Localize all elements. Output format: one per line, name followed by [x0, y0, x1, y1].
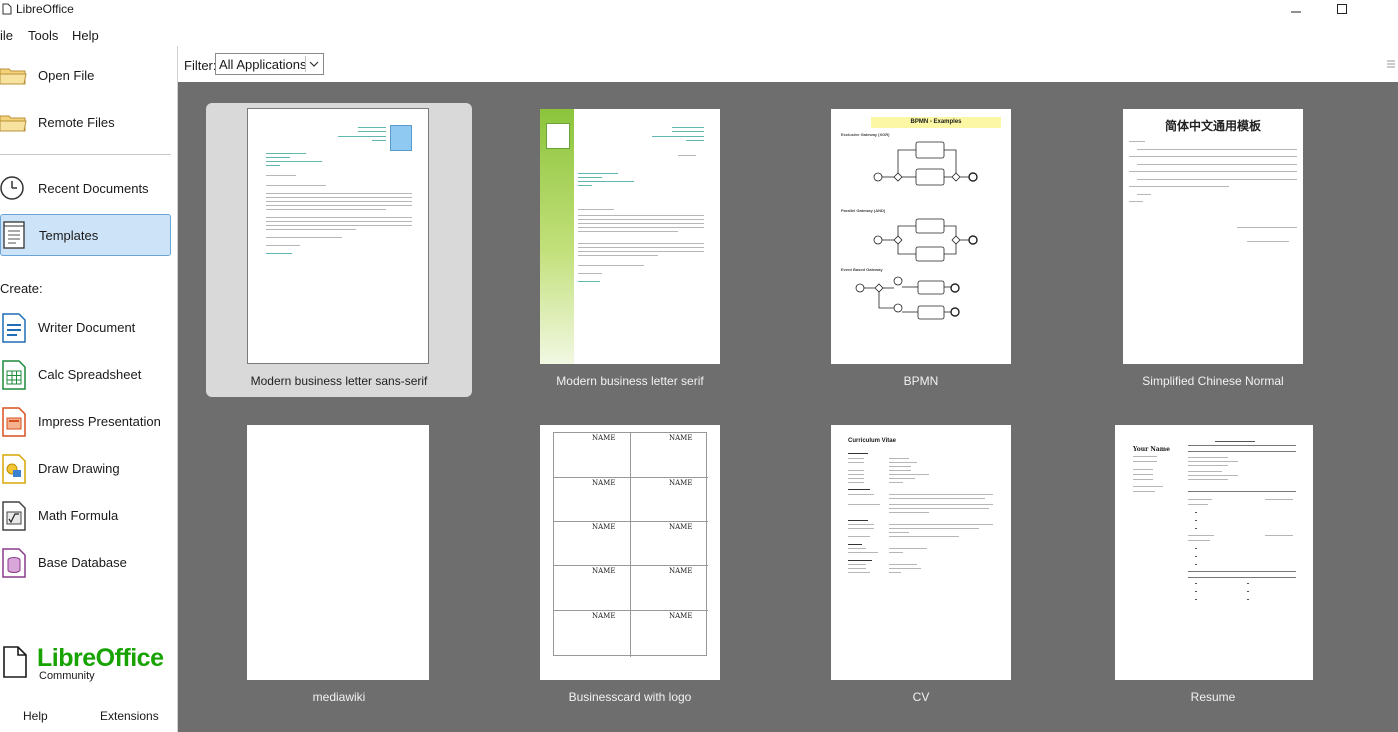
card-name: NAME [592, 612, 616, 620]
base-icon [0, 547, 28, 579]
template-name: Modern business letter sans-serif [250, 374, 428, 388]
template-thumbnail: NAME NAME NAME NAME NAME NAME NAME NAME … [540, 425, 720, 680]
minimize-button[interactable] [1273, 0, 1319, 18]
card-name: NAME [669, 612, 693, 620]
recent-documents-button[interactable]: Recent Documents [0, 167, 171, 209]
template-name: BPMN [903, 374, 939, 388]
bpmn-diagram [855, 141, 978, 320]
template-tile[interactable]: Modern business letter sans-serif [206, 103, 472, 397]
logo-placeholder [390, 125, 412, 151]
logo-document-icon [3, 646, 27, 678]
create-draw-button[interactable]: Draw Drawing [0, 449, 171, 489]
sidebar-divider [0, 154, 171, 155]
templates-label: Templates [39, 227, 99, 243]
folder-icon [0, 60, 28, 90]
minimize-icon [1291, 11, 1301, 13]
template-tile[interactable]: BPMN - Examples Exclusive Gateway (XOR) … [788, 103, 1054, 397]
create-base-button[interactable]: Base Database [0, 543, 171, 583]
logo-placeholder [546, 123, 570, 149]
filter-bar: Filter: All Applications [178, 46, 1398, 82]
create-impress-label: Impress Presentation [38, 414, 161, 429]
menu-file[interactable]: ile [0, 28, 13, 43]
card-name: NAME [669, 479, 693, 487]
math-icon [0, 500, 28, 532]
open-file-label: Open File [38, 67, 95, 83]
card-name: NAME [669, 523, 693, 531]
libreoffice-logo: LibreOffice Community [0, 644, 178, 686]
template-tile[interactable]: Curriculum Vitae CV [788, 419, 1054, 713]
create-draw-label: Draw Drawing [38, 461, 120, 476]
menu-help[interactable]: Help [72, 28, 99, 43]
resume-name: Your Name [1133, 446, 1170, 453]
template-thumbnail: Your Name [1115, 425, 1313, 680]
start-center-sidebar: Open File Remote Files Recent Documents … [0, 46, 178, 732]
template-thumbnail [247, 425, 429, 680]
template-name: Businesscard with logo [568, 690, 692, 704]
filter-dropdown[interactable]: All Applications [215, 53, 324, 75]
card-name: NAME [592, 567, 616, 575]
remote-folder-icon [0, 107, 28, 137]
create-writer-button[interactable]: Writer Document [0, 308, 171, 348]
writer-icon [0, 312, 28, 344]
create-impress-button[interactable]: Impress Presentation [0, 402, 171, 442]
open-file-button[interactable]: Open File [0, 54, 171, 96]
logo-community: Community [39, 670, 95, 682]
chevron-down-icon [305, 56, 321, 72]
template-name: Modern business letter serif [556, 374, 704, 388]
template-gallery: Modern business letter sans-serif Modern… [178, 82, 1398, 732]
template-name: Resume [1190, 690, 1236, 704]
template-tile[interactable]: Modern business letter serif [497, 103, 763, 397]
template-thumbnail: Curriculum Vitae [831, 425, 1011, 680]
create-heading: Create: [0, 281, 43, 296]
template-tile[interactable]: NAME NAME NAME NAME NAME NAME NAME NAME … [497, 419, 763, 713]
template-thumbnail [540, 109, 720, 364]
template-tile[interactable]: Your Name Resume [1080, 419, 1346, 713]
create-base-label: Base Database [38, 555, 127, 570]
template-thumbnail [247, 108, 429, 364]
create-writer-label: Writer Document [38, 320, 136, 335]
title-bar: LibreOffice [0, 0, 1398, 18]
template-name: mediawiki [312, 690, 366, 704]
remote-files-label: Remote Files [38, 114, 115, 130]
calc-icon [0, 359, 28, 391]
create-calc-button[interactable]: Calc Spreadsheet [0, 355, 171, 395]
business-card-grid: NAME NAME NAME NAME NAME NAME NAME NAME … [553, 432, 708, 657]
template-name: CV [912, 690, 930, 704]
create-math-label: Math Formula [38, 508, 119, 523]
clock-icon [0, 173, 28, 203]
template-thumbnail: 简体中文通用模板 [1123, 109, 1303, 364]
card-name: NAME [669, 567, 693, 575]
menu-tools[interactable]: Tools [28, 28, 58, 43]
card-name: NAME [592, 479, 616, 487]
chinese-title: 简体中文通用模板 [1164, 119, 1261, 133]
template-thumbnail: BPMN - Examples Exclusive Gateway (XOR) … [831, 109, 1011, 364]
templates-button[interactable]: Templates [0, 214, 171, 256]
templates-icon [0, 220, 29, 250]
filter-value: All Applications [219, 57, 307, 72]
maximize-button[interactable] [1319, 0, 1365, 18]
libreoffice-app-icon [2, 3, 12, 15]
card-name: NAME [592, 434, 616, 442]
impress-icon [0, 406, 28, 438]
help-button[interactable]: Help [23, 709, 48, 723]
sidebar-menu-icon[interactable] [1384, 56, 1398, 72]
maximize-icon [1337, 4, 1347, 14]
window-title: LibreOffice [16, 2, 74, 16]
create-math-button[interactable]: Math Formula [0, 496, 171, 536]
draw-icon [0, 453, 28, 485]
extensions-button[interactable]: Extensions [100, 709, 159, 723]
recent-documents-label: Recent Documents [38, 180, 149, 196]
cv-title: Curriculum Vitae [848, 438, 896, 444]
create-calc-label: Calc Spreadsheet [38, 367, 142, 382]
template-tile[interactable]: 简体中文通用模板 Simplified Chinese Normal [1080, 103, 1346, 397]
template-tile[interactable]: mediawiki [206, 419, 472, 713]
filter-label: Filter: [184, 58, 217, 73]
card-name: NAME [669, 434, 693, 442]
template-name: Simplified Chinese Normal [1142, 374, 1284, 388]
remote-files-button[interactable]: Remote Files [0, 101, 171, 143]
logo-wordmark: LibreOffice [37, 644, 164, 672]
card-name: NAME [592, 523, 616, 531]
